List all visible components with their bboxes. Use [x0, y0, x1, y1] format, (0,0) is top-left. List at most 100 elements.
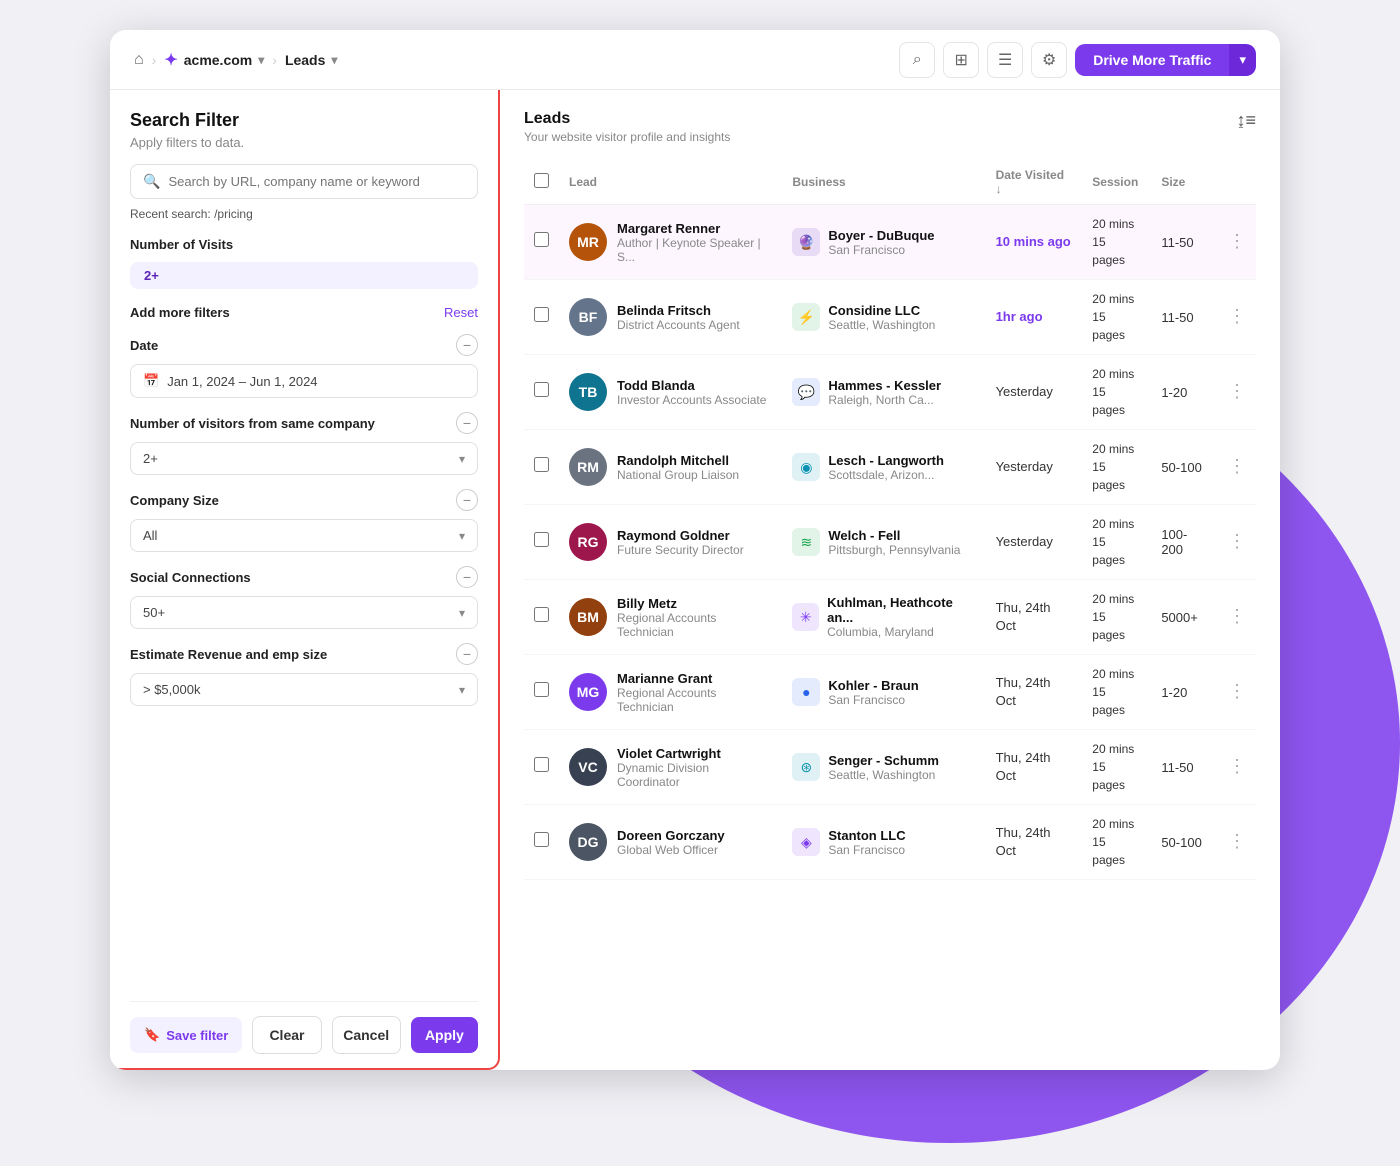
biz-name-3: Lesch - Langworth [828, 453, 944, 468]
more-actions-button-4[interactable]: ⋮ [1228, 532, 1246, 550]
nav-brand[interactable]: ✦ acme.com ▾ [164, 50, 264, 70]
biz-details-8: Stanton LLC San Francisco [828, 828, 905, 857]
biz-name-8: Stanton LLC [828, 828, 905, 843]
apply-button[interactable]: Apply [411, 1017, 478, 1053]
select-all-checkbox[interactable] [534, 173, 549, 188]
leads-table: Lead Business Date Visited ↓ Session Siz… [524, 160, 1256, 880]
clear-button[interactable]: Clear [252, 1016, 321, 1054]
more-actions-cell-1: ⋮ [1218, 280, 1256, 355]
row-checkbox-1[interactable] [534, 307, 549, 322]
revenue-remove-button[interactable]: − [456, 643, 478, 665]
settings-button[interactable]: ⚙ [1031, 42, 1067, 78]
more-actions-button-0[interactable]: ⋮ [1228, 232, 1246, 250]
biz-details-5: Kuhlman, Heathcote an... Columbia, Maryl… [827, 595, 975, 639]
biz-city-0: San Francisco [828, 243, 934, 257]
home-icon[interactable]: ⌂ [134, 51, 144, 69]
biz-name-6: Kohler - Braun [828, 678, 918, 693]
more-actions-cell-5: ⋮ [1218, 580, 1256, 655]
row-checkbox-cell [524, 580, 559, 655]
avatar-3: RM [569, 448, 607, 486]
filter-search-input[interactable] [168, 174, 465, 189]
business-info-0: 🔮 Boyer - DuBuque San Francisco [792, 228, 975, 257]
row-checkbox-2[interactable] [534, 382, 549, 397]
more-actions-button-8[interactable]: ⋮ [1228, 832, 1246, 850]
date-value-3: Yesterday [996, 459, 1053, 474]
calendar-icon: 📅 [143, 373, 159, 389]
row-checkbox-5[interactable] [534, 607, 549, 622]
lead-info-1: Belinda Fritsch District Accounts Agent [617, 303, 740, 332]
date-range-picker[interactable]: 📅 Jan 1, 2024 – Jun 1, 2024 [130, 364, 478, 398]
date-remove-button[interactable]: − [456, 334, 478, 356]
lead-name-cell: DG Doreen Gorczany Global Web Officer [569, 823, 772, 861]
add-filters-label: Add more filters [130, 305, 230, 320]
visitors-remove-button[interactable]: − [456, 412, 478, 434]
social-remove-button[interactable]: − [456, 566, 478, 588]
date-section-name: Date [130, 338, 158, 353]
row-checkbox-6[interactable] [534, 682, 549, 697]
biz-name-7: Senger - Schumm [828, 753, 939, 768]
drive-traffic-button[interactable]: Drive More Traffic ▾ [1075, 44, 1256, 76]
lead-name-1: Belinda Fritsch [617, 303, 740, 318]
business-info-3: ◉ Lesch - Langworth Scottsdale, Arizon..… [792, 453, 975, 482]
filter-search-box[interactable]: 🔍 [130, 164, 478, 199]
social-chevron-icon: ▾ [459, 606, 465, 620]
save-filter-button[interactable]: 🔖 Save filter [130, 1017, 242, 1053]
lead-name-8: Doreen Gorczany [617, 828, 725, 843]
business-cell-1: ⚡ Considine LLC Seattle, Washington [782, 280, 985, 355]
visitors-chevron-icon: ▾ [459, 452, 465, 466]
nav-leads[interactable]: Leads ▾ [285, 52, 338, 68]
more-actions-button-2[interactable]: ⋮ [1228, 382, 1246, 400]
leads-title: Leads [524, 110, 730, 128]
more-actions-button-3[interactable]: ⋮ [1228, 457, 1246, 475]
list-view-button[interactable]: ☰ [987, 42, 1023, 78]
drive-traffic-dropdown-button[interactable]: ▾ [1229, 44, 1256, 76]
session-info-0: 20 mins 15 pages [1092, 215, 1141, 269]
date-filter-section: Date − 📅 Jan 1, 2024 – Jun 1, 2024 [130, 334, 478, 398]
row-checkbox-4[interactable] [534, 532, 549, 547]
date-column-header: Date Visited ↓ [986, 160, 1083, 205]
more-actions-cell-0: ⋮ [1218, 205, 1256, 280]
size-cell-6: 1-20 [1151, 655, 1218, 730]
lead-role-6: Regional Accounts Technician [617, 686, 772, 714]
business-cell-8: ◈ Stanton LLC San Francisco [782, 805, 985, 880]
avatar-1: BF [569, 298, 607, 336]
table-row: BM Billy Metz Regional Accounts Technici… [524, 580, 1256, 655]
lead-info-2: Todd Blanda Investor Accounts Associate [617, 378, 766, 407]
date-section-header: Date − [130, 334, 478, 356]
row-checkbox-0[interactable] [534, 232, 549, 247]
biz-name-2: Hammes - Kessler [828, 378, 941, 393]
session-pages-5: 15 pages [1092, 608, 1141, 644]
row-checkbox-3[interactable] [534, 457, 549, 472]
more-actions-button-7[interactable]: ⋮ [1228, 757, 1246, 775]
row-checkbox-7[interactable] [534, 757, 549, 772]
session-cell-7: 20 mins 15 pages [1082, 730, 1151, 805]
avatar-7: VC [569, 748, 607, 786]
visitors-select-value: 2+ [143, 451, 158, 466]
sort-button[interactable]: ↨≡ [1236, 110, 1256, 131]
session-pages-2: 15 pages [1092, 383, 1141, 419]
company-size-remove-button[interactable]: − [456, 489, 478, 511]
cancel-button[interactable]: Cancel [332, 1016, 401, 1054]
row-checkbox-cell [524, 205, 559, 280]
business-cell-3: ◉ Lesch - Langworth Scottsdale, Arizon..… [782, 430, 985, 505]
company-size-select[interactable]: All ▾ [130, 519, 478, 552]
biz-city-2: Raleigh, North Ca... [828, 393, 941, 407]
brand-star-icon: ✦ [164, 50, 177, 70]
more-actions-button-6[interactable]: ⋮ [1228, 682, 1246, 700]
lead-name-5: Billy Metz [617, 596, 772, 611]
visitors-select[interactable]: 2+ ▾ [130, 442, 478, 475]
revenue-select[interactable]: > $5,000k ▾ [130, 673, 478, 706]
biz-city-3: Scottsdale, Arizon... [828, 468, 944, 482]
social-select[interactable]: 50+ ▾ [130, 596, 478, 629]
grid-view-button[interactable]: ⊞ [943, 42, 979, 78]
lead-name-cell: BM Billy Metz Regional Accounts Technici… [569, 596, 772, 639]
row-checkbox-8[interactable] [534, 832, 549, 847]
more-actions-button-5[interactable]: ⋮ [1228, 607, 1246, 625]
search-button[interactable]: ⌕ [899, 42, 935, 78]
biz-city-5: Columbia, Maryland [827, 625, 975, 639]
date-value-1: 1hr ago [996, 309, 1043, 324]
drive-traffic-main-button[interactable]: Drive More Traffic [1075, 44, 1229, 76]
leads-header: Leads Your website visitor profile and i… [524, 110, 1256, 144]
more-actions-button-1[interactable]: ⋮ [1228, 307, 1246, 325]
reset-link[interactable]: Reset [444, 305, 478, 320]
